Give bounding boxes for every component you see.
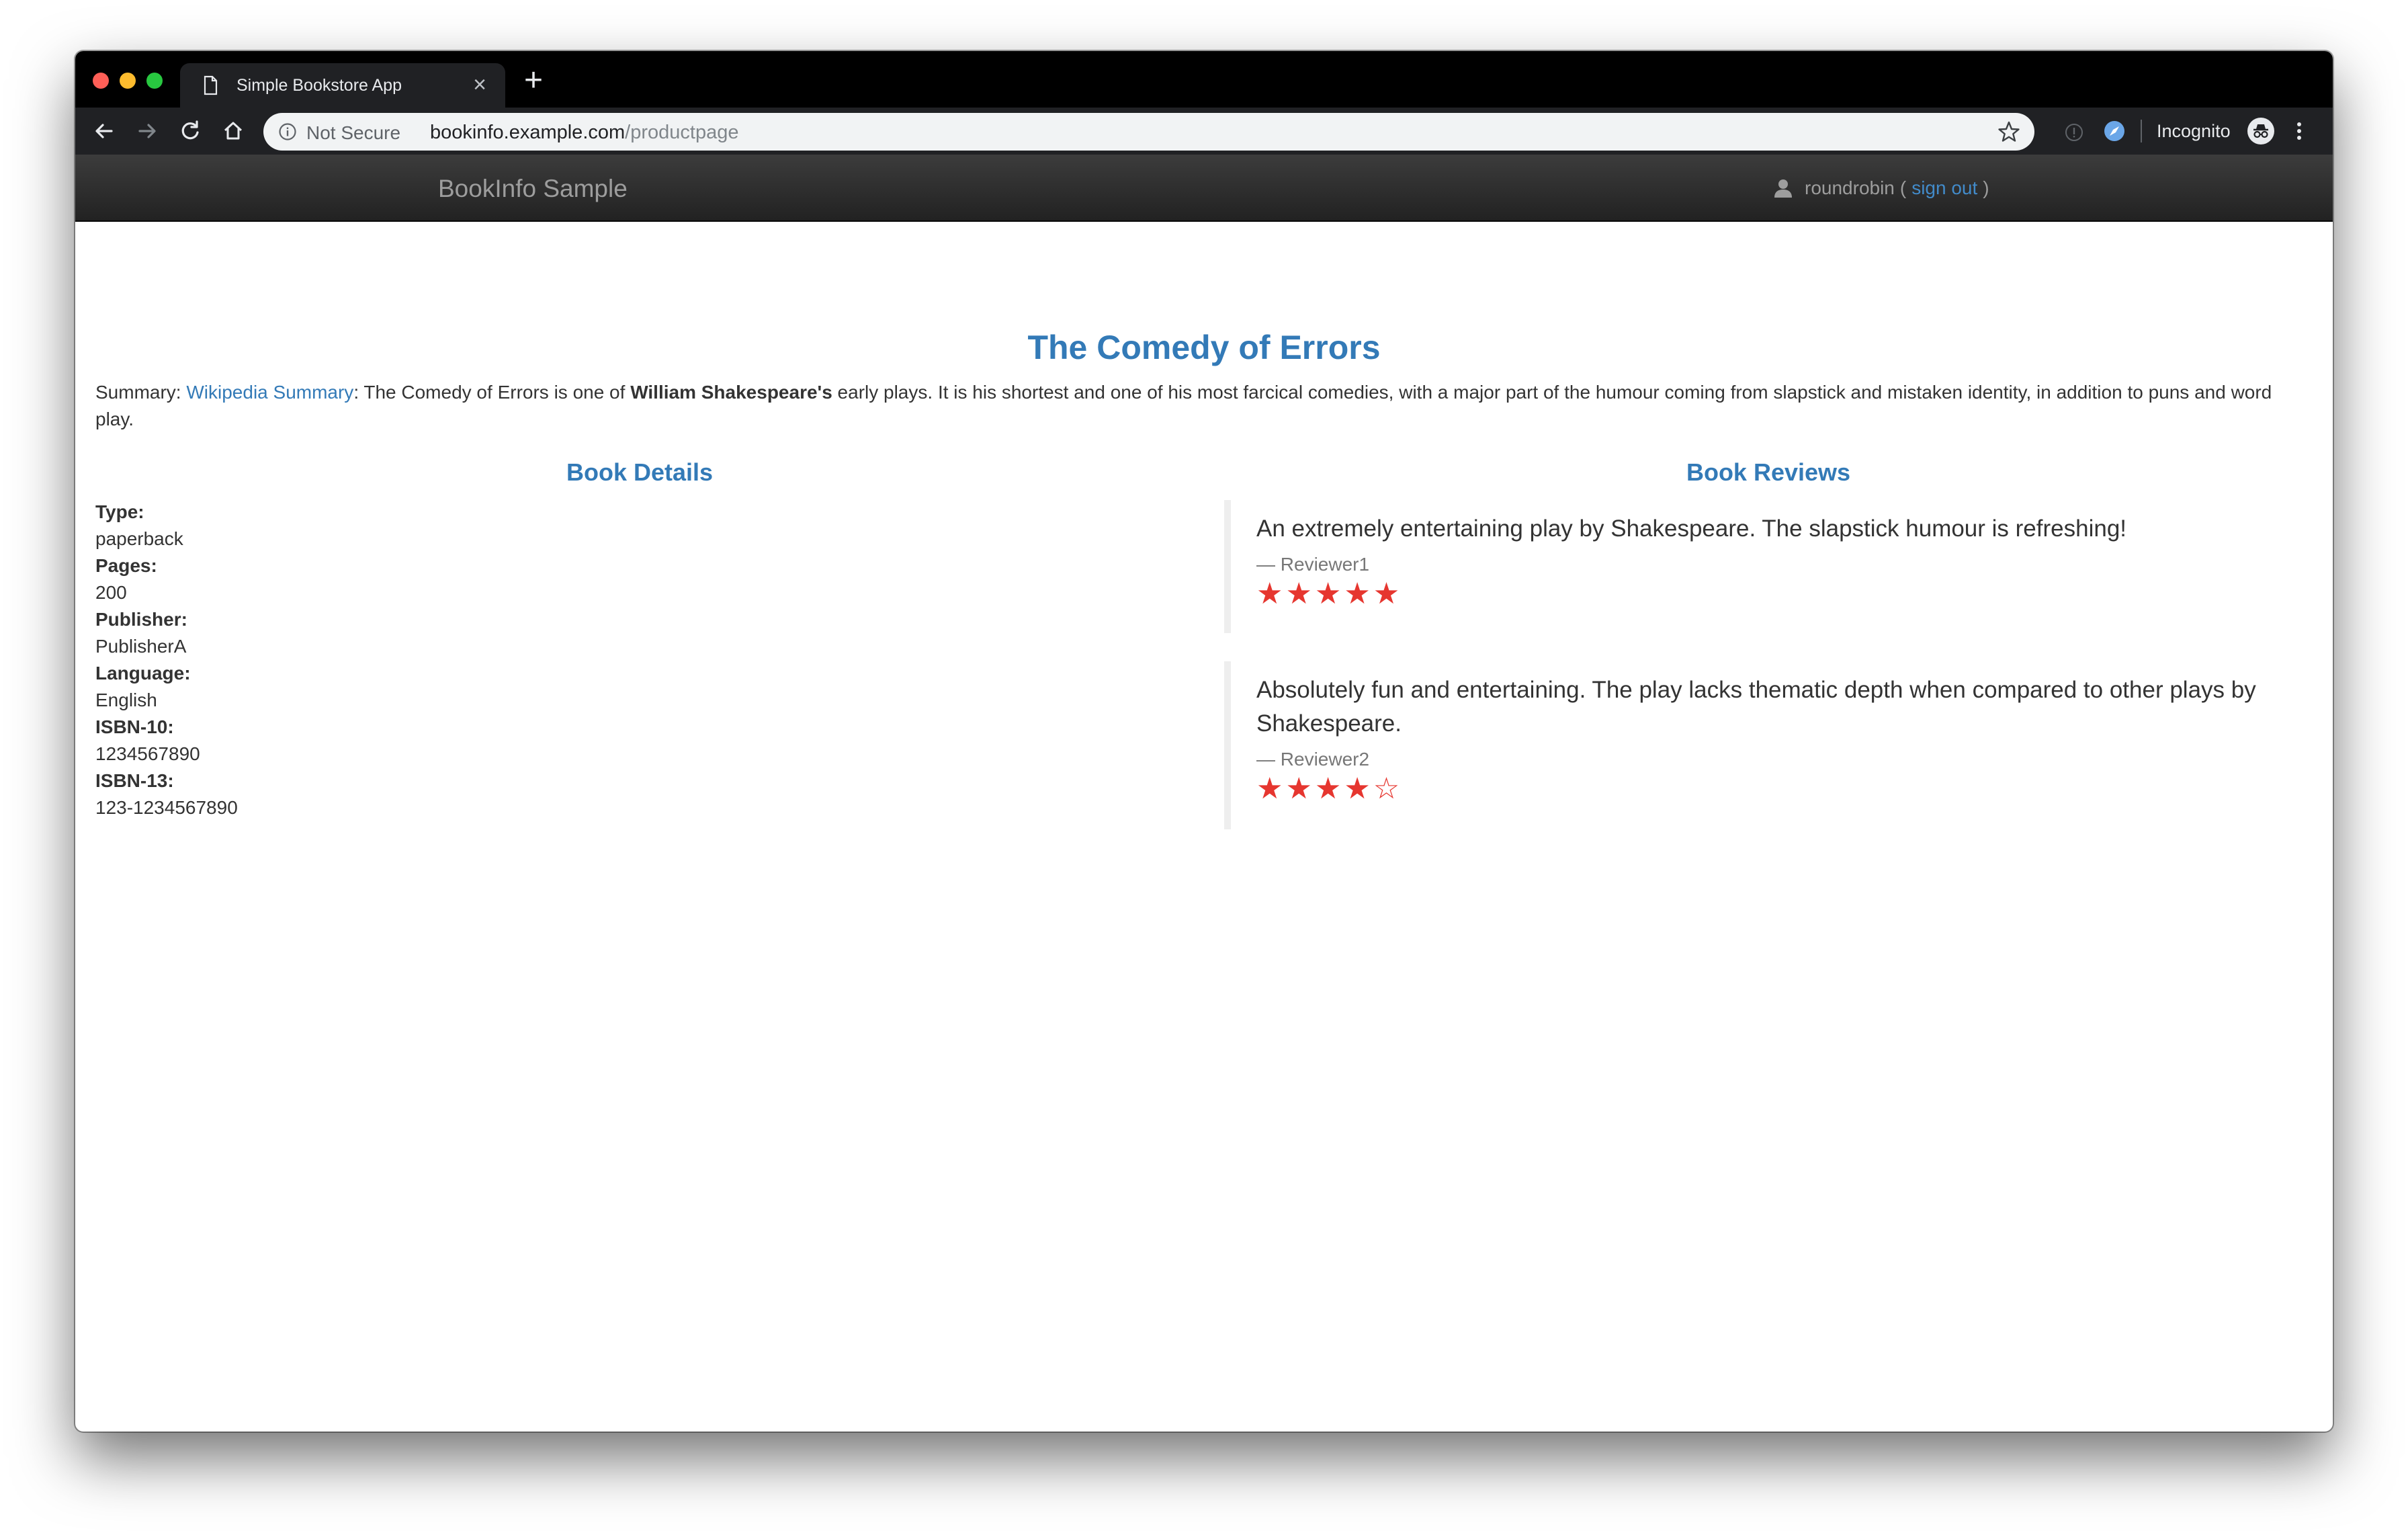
tab-simple-bookstore-app[interactable]: Simple Bookstore App × — [180, 63, 505, 108]
page-icon — [204, 75, 218, 95]
user-area: roundrobin ( sign out ) — [1774, 177, 1989, 199]
address-bar[interactable]: Not Secure bookinfo.example.com/productp… — [263, 113, 2034, 151]
info-icon[interactable] — [278, 122, 297, 141]
detail-label-publisher: Publisher: — [95, 609, 187, 630]
home-icon — [224, 122, 243, 140]
site-brand[interactable]: BookInfo Sample — [438, 175, 628, 203]
review-text: An extremely entertaining play by Shakes… — [1256, 515, 2127, 542]
tab-strip: Simple Bookstore App × + — [75, 51, 2333, 108]
paren-close: ) — [1983, 177, 1989, 198]
browser-window: Simple Bookstore App × + Not Secure book… — [75, 51, 2333, 1432]
forward-arrow-icon — [138, 124, 156, 138]
site-navbar: BookInfo Sample roundrobin ( sign out ) — [75, 155, 2333, 222]
forward-button[interactable] — [133, 117, 161, 145]
security-status[interactable]: Not Secure — [306, 122, 400, 144]
book-summary: Summary: Wikipedia Summary: The Comedy o… — [95, 379, 2313, 433]
extension-compass-icon[interactable] — [2103, 120, 2126, 142]
url-path: /productpage — [625, 122, 739, 143]
more-menu-icon[interactable] — [2292, 120, 2306, 142]
detail-label-language: Language: — [95, 663, 191, 684]
book-details-list: Type: paperback Pages: 200 Publisher: Pu… — [95, 499, 238, 821]
tab-title: Simple Bookstore App — [236, 76, 402, 95]
detail-value-isbn13: 123-1234567890 — [95, 797, 238, 818]
incognito-icon[interactable] — [2247, 117, 2275, 145]
detail-value-isbn10: 1234567890 — [95, 743, 200, 764]
browser-toolbar: Not Secure bookinfo.example.com/productp… — [75, 108, 2333, 155]
review-2: Absolutely fun and entertaining. The pla… — [1224, 661, 2313, 829]
star-rating: ★★★★★ — [1256, 577, 1403, 610]
reviewer-name: — Reviewer1 — [1256, 554, 1370, 575]
book-reviews-heading: Book Reviews — [1686, 458, 1851, 486]
close-window-button[interactable] — [93, 73, 109, 89]
summary-part1: : The Comedy of Errors is one of — [353, 382, 631, 403]
close-tab-icon[interactable]: × — [469, 73, 490, 96]
wikipedia-summary-link[interactable]: Wikipedia Summary — [186, 382, 353, 403]
detail-label-isbn10: ISBN-10: — [95, 716, 174, 737]
back-arrow-icon — [95, 124, 113, 138]
maximize-window-button[interactable] — [146, 73, 163, 89]
toolbar-separator — [2141, 120, 2142, 142]
summary-author: William Shakespeare's — [630, 382, 832, 403]
bookmark-star-icon[interactable] — [1997, 120, 2021, 144]
back-button[interactable] — [90, 117, 118, 145]
detail-value-pages: 200 — [95, 582, 127, 603]
url-host: bookinfo.example.com — [430, 122, 626, 143]
detail-label-pages: Pages: — [95, 555, 157, 576]
reload-button[interactable] — [176, 117, 204, 145]
sign-out-link[interactable]: sign out — [1911, 177, 1977, 199]
incognito-label: Incognito — [2157, 121, 2231, 141]
username: roundrobin — [1805, 177, 1895, 198]
extension-info-icon[interactable] — [2064, 122, 2084, 142]
detail-value-publisher: PublisherA — [95, 636, 187, 657]
star-rating: ★★★★☆ — [1256, 772, 1403, 805]
home-button[interactable] — [219, 117, 247, 145]
new-tab-button[interactable]: + — [519, 65, 548, 97]
detail-value-type: paperback — [95, 528, 183, 549]
detail-value-language: English — [95, 690, 157, 710]
paren-open: ( — [1899, 177, 1907, 198]
book-title: The Comedy of Errors — [1027, 329, 1381, 366]
url-text[interactable]: bookinfo.example.com/productpage — [430, 122, 738, 144]
review-text: Absolutely fun and entertaining. The pla… — [1256, 677, 2256, 737]
review-1: An extremely entertaining play by Shakes… — [1224, 500, 2313, 633]
minimize-window-button[interactable] — [120, 73, 136, 89]
detail-label-type: Type: — [95, 501, 144, 522]
reload-icon — [181, 120, 199, 140]
summary-prefix: Summary: — [95, 382, 187, 403]
book-details-heading: Book Details — [566, 458, 714, 486]
user-icon — [1774, 179, 1792, 198]
reviewer-name: — Reviewer2 — [1256, 749, 1370, 770]
detail-label-isbn13: ISBN-13: — [95, 770, 174, 791]
